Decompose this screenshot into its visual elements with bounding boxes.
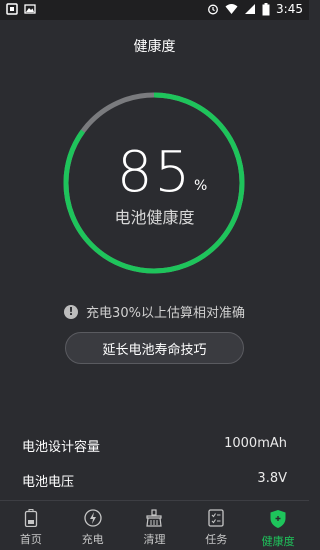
info-value: 3.8V: [257, 471, 287, 486]
image-notification-icon: [24, 4, 36, 14]
tab-label: 首页: [19, 533, 42, 546]
info-icon: !: [64, 304, 79, 319]
status-time: 3:45: [276, 2, 303, 16]
health-percent-unit: %: [194, 178, 208, 194]
tab-label: 健康度: [261, 535, 295, 548]
info-label: 电池设计容量: [22, 440, 101, 455]
wifi-icon: [225, 4, 238, 14]
tab-tasks[interactable]: 任务: [185, 501, 247, 550]
tab-charge[interactable]: 充电: [62, 501, 124, 550]
alarm-icon: [208, 4, 218, 15]
tab-health[interactable]: 健康度: [247, 501, 309, 550]
tab-label: 清理: [143, 533, 166, 546]
battery-icon: [24, 509, 38, 527]
health-label: 电池健康度: [114, 208, 195, 227]
tab-label: 充电: [81, 533, 104, 546]
hint-text: 充电30%以上估算相对准确: [86, 306, 245, 321]
battery-status-icon: [262, 2, 270, 15]
info-label: 电池电压: [22, 475, 75, 490]
lightning-icon: [84, 509, 102, 527]
broom-icon: [146, 509, 163, 527]
tab-home[interactable]: 首页: [0, 501, 62, 550]
page-title: 健康度: [133, 39, 176, 55]
shield-icon: [270, 510, 286, 528]
tab-clean[interactable]: 清理: [124, 501, 186, 550]
tab-label: 任务: [205, 533, 228, 546]
battery-tips-button[interactable]: 延长电池寿命技巧: [65, 332, 244, 364]
bottom-tab-bar: 首页 充电 清理 任务 健康度: [0, 501, 309, 550]
accuracy-hint: ! 充电30%以上估算相对准确: [0, 302, 309, 321]
status-bar: 3:45: [0, 0, 309, 20]
app-notification-icon: [6, 3, 18, 15]
task-list-icon: [208, 509, 224, 527]
info-value: 1000mAh: [224, 436, 287, 451]
info-row-voltage: 电池电压 3.8V: [22, 471, 287, 490]
signal-icon: [245, 4, 256, 14]
health-percent-value: 85: [116, 140, 193, 205]
info-row-design-capacity: 电池设计容量 1000mAh: [22, 436, 287, 455]
